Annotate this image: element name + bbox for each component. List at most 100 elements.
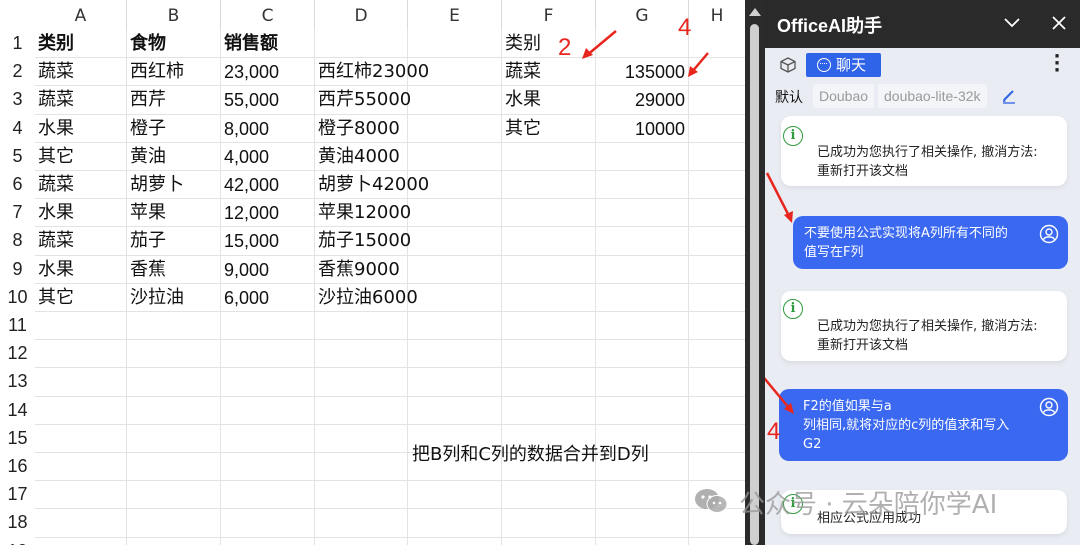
row-header-18[interactable]: 18 (0, 508, 35, 536)
cell-f4[interactable]: 其它 (505, 114, 541, 142)
cell-c3[interactable]: 55,000 (224, 85, 279, 113)
chevron-down-icon[interactable] (1003, 16, 1021, 30)
row-header-16[interactable]: 16 (0, 452, 35, 480)
cell-a1[interactable]: 类别 (38, 29, 74, 57)
more-vertical-icon[interactable]: · · · (1053, 48, 1061, 80)
grid-horizontal-line (35, 311, 745, 312)
column-header-e[interactable]: E (408, 0, 502, 29)
column-header-g[interactable]: G (596, 0, 689, 29)
row-header-13[interactable]: 13 (0, 367, 35, 395)
row-header-6[interactable]: 6 (0, 170, 35, 198)
spreadsheet: A B C D E F G H 1 2 3 4 5 6 7 8 9 10 11 12 13 14 15 16 1… (0, 0, 745, 545)
row-header-1[interactable]: 1 (0, 29, 35, 57)
cell-f2[interactable]: 蔬菜 (505, 57, 541, 85)
row-header-12[interactable]: 12 (0, 339, 35, 367)
cell-c5[interactable]: 4,000 (224, 142, 269, 170)
cell-b1[interactable]: 食物 (130, 29, 166, 57)
cell-a4[interactable]: 水果 (38, 114, 74, 142)
cell-a8[interactable]: 蔬菜 (38, 226, 74, 254)
row-header-8[interactable]: 8 (0, 226, 35, 254)
row-header-10[interactable]: 10 (0, 283, 35, 311)
cell-d4[interactable]: 橙子8000 (318, 114, 400, 142)
cell-c6[interactable]: 42,000 (224, 170, 279, 198)
cell-d5[interactable]: 黄油4000 (318, 142, 400, 170)
row-header-15[interactable]: 15 (0, 424, 35, 452)
cell-b7[interactable]: 苹果 (130, 198, 166, 226)
cell-a6[interactable]: 蔬菜 (38, 170, 74, 198)
cell-d7[interactable]: 苹果12000 (318, 198, 411, 226)
column-header-h[interactable]: H (689, 0, 745, 29)
column-header-a[interactable]: A (35, 0, 127, 29)
cell-c4[interactable]: 8,000 (224, 114, 269, 142)
cell-d10[interactable]: 沙拉油6000 (318, 283, 418, 311)
grid-vertical-line (501, 29, 502, 545)
cell-b2[interactable]: 西红柿 (130, 57, 184, 85)
cell-d8[interactable]: 茄子15000 (318, 226, 411, 254)
cell-c8[interactable]: 15,000 (224, 226, 279, 254)
scroll-up-arrow-icon[interactable] (749, 8, 761, 16)
row-header-14[interactable]: 14 (0, 396, 35, 424)
cell-a2[interactable]: 蔬菜 (38, 57, 74, 85)
cell-c10[interactable]: 6,000 (224, 283, 269, 311)
cell-b8[interactable]: 茄子 (130, 226, 166, 254)
close-icon[interactable] (1051, 15, 1067, 31)
system-message-1: i 已成功为您执行了相关操作, 撤消方法: 重新打开该文档 (781, 116, 1067, 186)
cell-a7[interactable]: 水果 (38, 198, 74, 226)
cell-b6[interactable]: 胡萝卜 (130, 170, 184, 198)
cell-a10[interactable]: 其它 (38, 283, 74, 311)
cell-g4[interactable]: 10000 (596, 114, 685, 142)
annotation-arrow-to-g2 (688, 52, 709, 77)
model-chip-doubao[interactable]: Doubao (813, 84, 875, 108)
vertical-scrollbar[interactable] (745, 0, 765, 545)
row-header-4[interactable]: 4 (0, 114, 35, 142)
cell-d9[interactable]: 香蕉9000 (318, 255, 400, 283)
column-header-b[interactable]: B (127, 0, 221, 29)
tab-chat[interactable]: 聊天 (806, 53, 881, 77)
cell-grid[interactable]: 类别 蔬菜 蔬菜 水果 其它 蔬菜 水果 蔬菜 水果 其它 食物 西红柿 西芹 橙子 黄油 胡萝卜 苹果 茄子 香蕉… (35, 29, 745, 545)
grid-horizontal-line (35, 339, 745, 340)
column-header-c[interactable]: C (221, 0, 315, 29)
cell-c7[interactable]: 12,000 (224, 198, 279, 226)
row-header-3[interactable]: 3 (0, 85, 35, 113)
message-line: 不要使用公式实现将A列所有不同的 (804, 226, 1008, 241)
grid-vertical-line (688, 29, 689, 545)
cell-a9[interactable]: 水果 (38, 255, 74, 283)
cell-c2[interactable]: 23,000 (224, 57, 279, 85)
cell-a5[interactable]: 其它 (38, 142, 74, 170)
column-header-bar: A B C D E F G H (0, 0, 745, 29)
officeai-panel: OfficeAI助手 聊天 · · · 默认 Doubao doubao-lite-… (765, 0, 1080, 545)
chat-bubble-icon (817, 58, 831, 72)
panel-toolbar: 聊天 · · · (765, 48, 1080, 82)
cell-b3[interactable]: 西芹 (130, 85, 166, 113)
cell-b10[interactable]: 沙拉油 (130, 283, 184, 311)
cell-b9[interactable]: 香蕉 (130, 255, 166, 283)
cell-c9[interactable]: 9,000 (224, 255, 269, 283)
cell-b5[interactable]: 黄油 (130, 142, 166, 170)
cell-g3[interactable]: 29000 (596, 85, 685, 113)
column-header-f[interactable]: F (502, 0, 596, 29)
model-chip-doubao-lite[interactable]: doubao-lite-32k (878, 84, 987, 108)
edit-pencil-icon[interactable] (1001, 88, 1017, 104)
cell-f3[interactable]: 水果 (505, 85, 541, 113)
cube-icon[interactable] (779, 56, 797, 74)
row-header-19[interactable]: 19 (0, 537, 35, 545)
row-header-11[interactable]: 11 (0, 311, 35, 339)
cell-d3[interactable]: 西芹55000 (318, 85, 411, 113)
cell-a3[interactable]: 蔬菜 (38, 85, 74, 113)
cell-b4[interactable]: 橙子 (130, 114, 166, 142)
row-header-2[interactable]: 2 (0, 57, 35, 85)
cell-c1[interactable]: 销售额 (224, 29, 278, 57)
row-header-9[interactable]: 9 (0, 255, 35, 283)
row-header-5[interactable]: 5 (0, 142, 35, 170)
row-header-17[interactable]: 17 (0, 480, 35, 508)
row-header-7[interactable]: 7 (0, 198, 35, 226)
annotation-arrow-to-message-1 (765, 172, 793, 223)
grid-vertical-line (126, 29, 127, 545)
cell-d6[interactable]: 胡萝卜42000 (318, 170, 429, 198)
cell-f1[interactable]: 类别 (505, 29, 541, 57)
column-header-d[interactable]: D (315, 0, 408, 29)
panel-title-bar: OfficeAI助手 (765, 0, 1080, 48)
message-line: 列相同,就将对应的c列的值求和写入 (803, 418, 1010, 433)
cell-d2[interactable]: 西红柿23000 (318, 57, 429, 85)
scrollbar-thumb[interactable] (750, 24, 759, 545)
